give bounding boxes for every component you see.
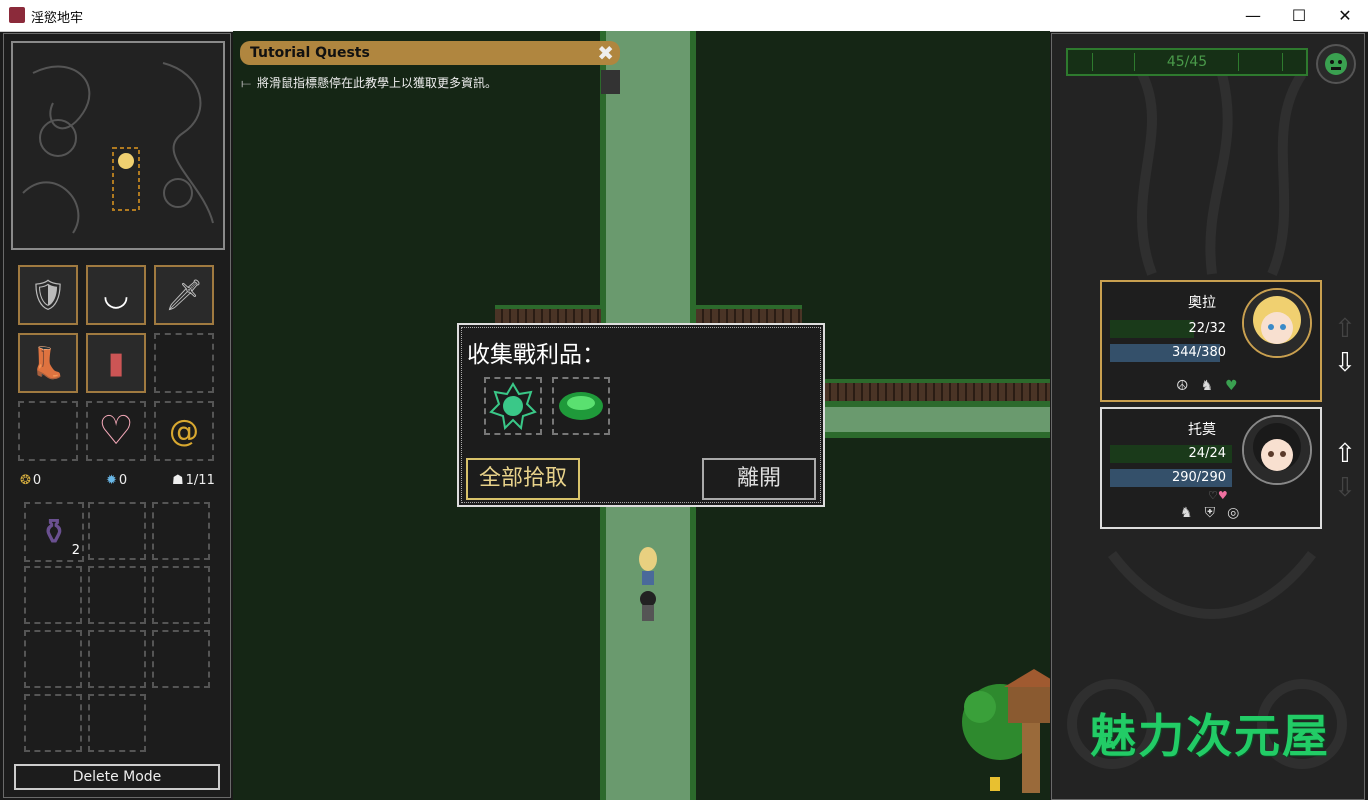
loot-item-slot[interactable]: [484, 377, 542, 435]
bikini-icon: ◡: [102, 277, 130, 313]
boots-icon: 👢: [29, 345, 67, 381]
inventory-panel: 🛡 ◡ 🗡 👢 ▮ ♡ @ ❂ 0 ✹ 0 ☗ 1/11 ⚱ 2 Delete Mod…: [3, 33, 231, 798]
portrait-tomo: [1242, 415, 1312, 485]
party-hp-bar: 45/45: [1066, 48, 1308, 76]
gauntlet-slot[interactable]: ▮: [86, 333, 146, 393]
status-icons: ☮ ♞ ♥: [1176, 378, 1238, 394]
bag-slot[interactable]: [24, 630, 82, 688]
fence-right: [696, 305, 802, 325]
move-down-icon[interactable]: ⇩: [1334, 350, 1356, 376]
party-card-1[interactable]: 奧拉 22/32 344/380 ☮ ♞ ♥: [1100, 280, 1322, 402]
armor-slot[interactable]: 🛡: [18, 265, 78, 325]
tutorial-hint[interactable]: ⟝ 將滑鼠指標懸停在此教學上以獲取更多資訊。: [241, 74, 497, 91]
affection-icon: ♡♥: [1208, 489, 1228, 502]
bag-slot[interactable]: [24, 566, 82, 624]
bag-slot[interactable]: [88, 630, 146, 688]
crest-icon: ♥: [1225, 378, 1238, 394]
heart-slot[interactable]: ♡: [86, 401, 146, 461]
bag-icon: ☗: [172, 473, 184, 488]
bag-slot-potion[interactable]: ⚱ 2: [24, 502, 84, 562]
hp-bar-fill: [1110, 320, 1194, 338]
move-down-icon: ⇩: [1334, 473, 1356, 503]
move-up-icon: ⇧: [1334, 314, 1356, 344]
tutorial-collapse-tab[interactable]: [601, 70, 620, 94]
party-card-2[interactable]: 托莫 24/24 290/290 ♡♥ ♞ ⛨ ◎: [1100, 407, 1322, 529]
token-counter: ✹ 0: [106, 473, 128, 488]
empty-equip-slot[interactable]: [18, 401, 78, 461]
emerald-gem-icon: [559, 392, 603, 420]
gear-token-icon: ✹: [106, 473, 117, 488]
maximize-button[interactable]: ☐: [1276, 0, 1322, 31]
grass-path-horizontal: [823, 401, 1050, 438]
minimize-button[interactable]: —: [1230, 0, 1276, 31]
minimap[interactable]: [11, 41, 225, 250]
watermark: 魅力次元屋: [1090, 709, 1330, 763]
armor-icon: 🛡: [28, 277, 68, 313]
heart-icon: ♡: [98, 408, 134, 454]
loot-dialog-title: 收集戰利品：: [467, 342, 605, 368]
hp-bar: 22/32: [1110, 320, 1232, 338]
party-panel: 45/45 奧拉 22/32 344/380 ☮ ♞ ♥ ⇧ ⇩ 托莫 24/2…: [1051, 33, 1365, 800]
goblin-icon[interactable]: [1316, 44, 1356, 84]
spiral-icon: @: [169, 413, 199, 449]
peace-icon: ☮: [1176, 378, 1189, 394]
chair-icon: ♞: [1200, 378, 1214, 394]
bag-slot[interactable]: [88, 566, 146, 624]
bag-slot[interactable]: [152, 566, 210, 624]
gauntlet-icon: ▮: [107, 345, 125, 381]
target-icon: ◎: [1227, 505, 1240, 521]
move-up-icon[interactable]: ⇧: [1334, 441, 1356, 467]
gold-coin-icon: ❂: [20, 473, 31, 488]
close-icon[interactable]: ✖: [597, 41, 614, 65]
gold-counter: ❂ 0: [20, 473, 42, 488]
character-name: 奧拉: [1188, 295, 1216, 311]
bag-slot[interactable]: [88, 694, 146, 752]
status-icons: ♞ ⛨ ◎: [1180, 505, 1239, 521]
app-icon: [9, 7, 25, 23]
window-titlebar: 淫慾地牢 — ☐ ✕: [0, 0, 1368, 32]
mp-bar: 290/290: [1110, 469, 1232, 487]
party-hp-text: 45/45: [1166, 54, 1208, 70]
bag-slot[interactable]: [88, 502, 146, 560]
bag-slot[interactable]: [152, 502, 210, 560]
treehouse-logo: [962, 669, 1050, 793]
potion-count: 2: [71, 543, 80, 558]
bag-slot[interactable]: [152, 630, 210, 688]
weapon-slot[interactable]: 🗡: [154, 265, 214, 325]
boots-slot[interactable]: 👢: [18, 333, 78, 393]
spiral-slot[interactable]: @: [154, 401, 214, 461]
chair-icon: ♞: [1180, 505, 1193, 521]
top-slot[interactable]: ◡: [86, 265, 146, 325]
tutorial-quests-header[interactable]: Tutorial Quests ✖: [240, 41, 620, 65]
loot-item-slot[interactable]: [552, 377, 610, 435]
leave-button[interactable]: 離開: [702, 458, 816, 500]
take-all-button[interactable]: 全部拾取: [466, 458, 580, 500]
window-title: 淫慾地牢: [31, 11, 84, 26]
hp-bar: 24/24: [1110, 445, 1232, 463]
empty-equip-slot[interactable]: [154, 333, 214, 393]
delete-mode-button[interactable]: Delete Mode: [14, 764, 220, 790]
green-seal-icon: [489, 382, 537, 430]
fence-east: [823, 379, 1050, 401]
shield-icon: ⛨: [1204, 505, 1216, 521]
loot-dialog: 收集戰利品： 全部拾取 離開: [457, 323, 825, 507]
scroll-icon: ⟝: [241, 76, 251, 90]
minimap-decoration: [22, 62, 214, 234]
portrait-ora: [1242, 288, 1312, 358]
fence-left: [495, 305, 601, 325]
bag-counter: ☗ 1/11: [172, 473, 215, 488]
bag-slot[interactable]: [24, 694, 82, 752]
sword-icon: 🗡: [164, 277, 204, 313]
player-characters[interactable]: [633, 541, 663, 636]
mp-bar: 344/380: [1110, 344, 1232, 362]
close-window-button[interactable]: ✕: [1322, 0, 1368, 31]
character-name: 托莫: [1188, 422, 1216, 438]
tutorial-quests-title: Tutorial Quests: [250, 45, 370, 61]
